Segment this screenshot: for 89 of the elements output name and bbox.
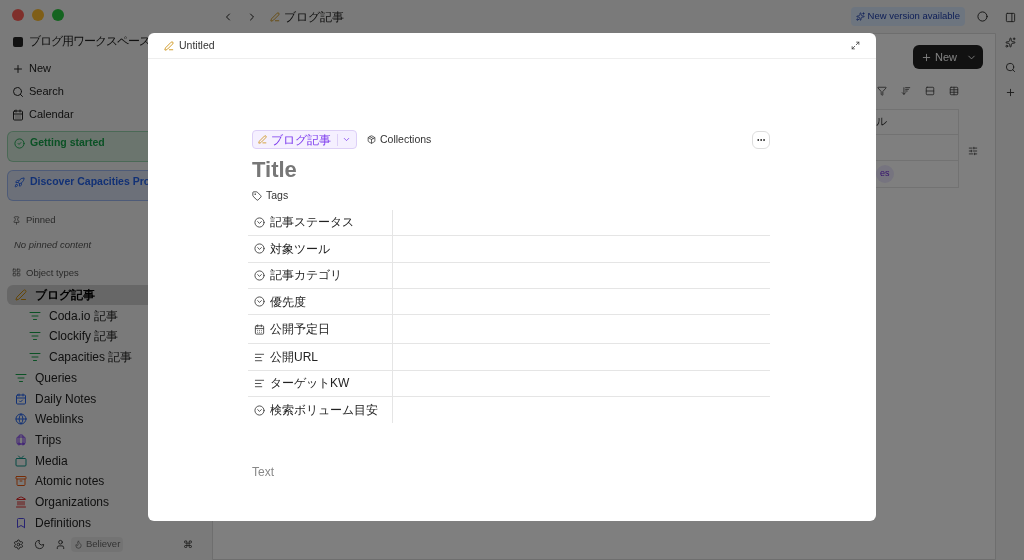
plus-icon	[12, 62, 24, 75]
property-label[interactable]: 検索ボリューム目安	[248, 397, 393, 424]
sidebar-item[interactable]: Organizations	[7, 491, 205, 513]
rows-icon[interactable]	[925, 86, 935, 96]
panel-icon[interactable]	[1004, 12, 1016, 23]
filter-icon[interactable]	[877, 86, 887, 96]
sparkle-icon[interactable]	[1004, 37, 1016, 48]
workspace-icon	[13, 37, 23, 47]
nav-item[interactable]: Calendar	[7, 103, 205, 126]
body-field[interactable]: Text	[252, 463, 770, 482]
settings-icon[interactable]	[13, 539, 24, 550]
sidebar-item[interactable]: Definitions	[7, 512, 205, 533]
sidebar-item[interactable]: Clockify 記事	[7, 326, 205, 347]
new-button[interactable]: New	[913, 45, 983, 69]
chevron-down-icon	[342, 135, 351, 144]
sliders-icon[interactable]	[968, 146, 978, 156]
sidebar-item[interactable]: Trips	[7, 429, 205, 451]
sidebar-item[interactable]: Daily Notes	[7, 388, 205, 409]
table-icon[interactable]	[949, 86, 959, 96]
more-button[interactable]	[752, 130, 770, 149]
plus-icon	[921, 51, 932, 63]
globe-icon	[15, 413, 27, 426]
calendar-icon	[12, 108, 24, 121]
nav-item[interactable]: New	[7, 57, 205, 80]
close-window-button[interactable]	[12, 9, 24, 21]
expand-icon[interactable]	[851, 41, 860, 50]
moon-icon[interactable]	[34, 539, 45, 550]
text-lines-icon	[254, 351, 265, 363]
sidebar-item[interactable]: Media	[7, 450, 205, 471]
sidebar-item[interactable]: Capacities 記事	[7, 346, 205, 368]
property-label[interactable]: 公開URL	[248, 344, 393, 370]
list-filter-icon	[29, 309, 41, 322]
section-title: Pinned	[26, 213, 56, 227]
pencil-icon	[164, 40, 174, 51]
bookmark-icon	[15, 516, 27, 529]
list-filter-icon	[15, 371, 27, 384]
search-icon[interactable]	[1004, 62, 1016, 73]
sidebar-item[interactable]: Coda.io 記事	[7, 305, 205, 327]
list-filter-icon	[29, 330, 41, 343]
property-label[interactable]: 公開予定日	[248, 315, 393, 344]
list-filter-icon	[29, 351, 41, 364]
pin-icon	[12, 215, 21, 225]
tag-icon	[252, 190, 262, 201]
card-title: Getting started	[30, 135, 105, 151]
rocket-icon	[14, 176, 25, 188]
pencil-icon	[15, 289, 27, 302]
section-title: Object types	[26, 265, 79, 280]
calendar-icon	[15, 392, 27, 405]
dropdown-icon	[254, 216, 265, 228]
title-field[interactable]: Title	[252, 157, 770, 183]
sidebar-item[interactable]: Queries	[7, 367, 205, 389]
calendar-icon	[254, 323, 265, 335]
tags-field[interactable]: Tags	[252, 188, 770, 204]
collections-button[interactable]: Collections	[367, 131, 432, 148]
landmark-icon	[15, 495, 27, 508]
type-selector[interactable]: ブログ記事	[252, 130, 357, 149]
property-label[interactable]: 記事ステータス	[248, 209, 393, 236]
dropdown-icon	[254, 269, 265, 281]
sort-icon[interactable]	[901, 86, 911, 96]
box-icon	[367, 135, 376, 144]
text-lines-icon	[254, 377, 265, 389]
luggage-icon	[15, 433, 27, 446]
breadcrumb[interactable]: ブログ記事	[270, 7, 344, 26]
shortcut-key[interactable]: ⌘	[183, 537, 193, 552]
pencil-icon	[258, 135, 267, 144]
empty-message: No pinned content	[13, 238, 93, 253]
property-label[interactable]: 優先度	[248, 288, 393, 315]
archive-icon	[15, 475, 27, 488]
grid-icon	[12, 268, 21, 278]
nav-item[interactable]: Search	[7, 80, 205, 103]
property-label[interactable]: 記事カテゴリ	[248, 262, 393, 288]
dropdown-icon	[254, 404, 265, 416]
update-badge[interactable]: New version available	[850, 7, 965, 26]
plus-icon[interactable]	[1004, 87, 1016, 98]
pencil-icon	[270, 11, 280, 22]
check-circle-icon	[14, 137, 25, 149]
tag: es	[876, 165, 894, 183]
sidebar-item[interactable]: Atomic notes	[7, 470, 205, 492]
dropdown-icon	[254, 296, 265, 308]
property-label[interactable]: ターゲットKW	[248, 370, 393, 397]
modal-title: Untitled	[179, 37, 215, 53]
property-label[interactable]: 対象ツール	[248, 236, 393, 262]
plan-badge[interactable]: Believer	[71, 537, 124, 552]
dropdown-icon	[254, 243, 265, 255]
search-icon	[12, 85, 24, 98]
sidebar-item[interactable]: Weblinks	[7, 408, 205, 430]
tv-icon	[15, 454, 27, 467]
user-icon[interactable]	[55, 539, 66, 550]
zoom-window-button[interactable]	[52, 9, 64, 21]
